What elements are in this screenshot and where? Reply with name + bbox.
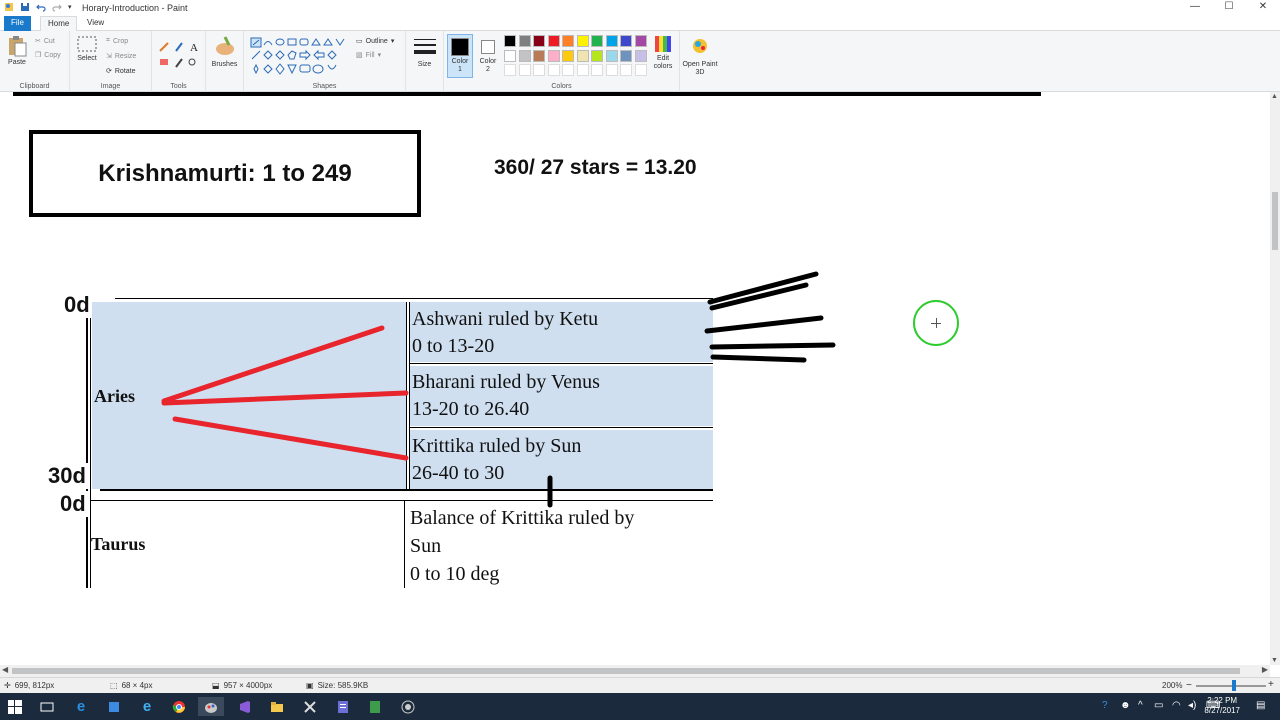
windows-icon: [8, 699, 22, 714]
file-explorer-taskbar-button[interactable]: [264, 697, 290, 716]
app-taskbar-button[interactable]: [101, 697, 127, 716]
word-taskbar-button[interactable]: [330, 697, 356, 716]
black-stroke-3: [704, 315, 824, 334]
start-button[interactable]: [2, 697, 28, 716]
crosshair-cursor-icon: [913, 300, 959, 346]
disk-icon: ▣: [306, 681, 314, 690]
record-icon: [401, 700, 415, 713]
selection-icon: ⬚: [110, 681, 118, 690]
volume-icon[interactable]: ◂): [1188, 700, 1196, 711]
chrome-icon: [172, 700, 185, 713]
horizontal-scroll-thumb[interactable]: [12, 668, 1240, 674]
chrome-taskbar-button[interactable]: [166, 697, 192, 716]
red-stroke-ashwani: [161, 325, 385, 404]
file-size: ▣ Size: 585.9KB: [306, 681, 368, 690]
black-stroke-4: [709, 342, 836, 350]
excel-taskbar-button[interactable]: [362, 697, 388, 716]
canvas-size-icon: ⬓: [212, 681, 220, 690]
canvas-size: ⬓ 957 × 4000px: [212, 681, 272, 690]
freehand-strokes: [161, 271, 836, 508]
scroll-right-icon[interactable]: ▶: [1262, 665, 1268, 674]
canvas-size-value: 957 × 4000px: [223, 681, 273, 690]
taskbar: e e ? ☻ ^ ▭ ◠ ◂) ⌨ 2:22 PM 8/27/2017 ▤: [0, 693, 1280, 720]
pointer-icon: ✛: [4, 681, 11, 690]
zoom-in-icon[interactable]: +: [1268, 679, 1274, 690]
red-stroke-bharani: [161, 390, 409, 406]
notifications-icon[interactable]: ▤: [1256, 700, 1265, 711]
edge-icon: e: [76, 698, 86, 715]
scroll-up-icon[interactable]: ▲: [1271, 93, 1278, 100]
document-app-icon: [338, 700, 348, 713]
red-stroke-krittika: [172, 416, 409, 461]
blue-app-icon: [109, 701, 119, 712]
internet-explorer-icon: e: [142, 698, 152, 715]
ie-taskbar-button[interactable]: e: [134, 697, 160, 716]
scroll-left-icon[interactable]: ◀: [2, 665, 8, 674]
clock-time: 2:22 PM: [1207, 696, 1238, 705]
cursor-position: ✛ 699, 812px: [4, 681, 54, 690]
people-icon[interactable]: ☻: [1120, 700, 1131, 711]
folder-icon: [271, 701, 283, 712]
task-view-icon: [40, 702, 54, 711]
status-bar: ✛ 699, 812px ⬚ 68 × 4px ⬓ 957 × 4000px ▣ Siz…: [0, 677, 1280, 693]
edge-taskbar-button[interactable]: e: [68, 697, 94, 716]
battery-icon[interactable]: ▭: [1154, 700, 1163, 711]
tools-taskbar-button[interactable]: [297, 697, 323, 716]
network-icon[interactable]: ◠: [1172, 700, 1181, 711]
visual-studio-icon: [240, 700, 250, 713]
chevron-up-icon[interactable]: ^: [1138, 700, 1143, 711]
black-stroke-5: [710, 354, 807, 363]
clock-date: 8/27/2017: [1204, 706, 1240, 715]
snipping-tool-icon: [304, 700, 316, 713]
horizontal-scrollbar[interactable]: ◀ ▶: [0, 665, 1270, 677]
zoom-slider[interactable]: [1196, 685, 1266, 687]
vertical-scroll-thumb[interactable]: [1272, 192, 1278, 250]
help-icon[interactable]: ?: [1102, 700, 1108, 711]
selection-size: ⬚ 68 × 4px: [110, 681, 152, 690]
zoom-out-icon[interactable]: −: [1186, 680, 1192, 691]
zoom-slider-thumb[interactable]: [1232, 680, 1236, 691]
file-size-value: Size: 585.9KB: [317, 681, 369, 690]
green-app-icon: [370, 700, 380, 713]
task-view-button[interactable]: [34, 697, 60, 716]
cursor-position-value: 699, 812px: [14, 681, 55, 690]
zoom-level: 200%: [1162, 681, 1183, 690]
recorder-taskbar-button[interactable]: [395, 697, 421, 716]
scroll-down-icon[interactable]: ▼: [1271, 657, 1278, 664]
visual-studio-taskbar-button[interactable]: [232, 697, 258, 716]
clock[interactable]: 2:22 PM 8/27/2017: [1204, 696, 1240, 716]
selection-size-value: 68 × 4px: [121, 681, 153, 690]
vertical-scrollbar[interactable]: ▲ ▼: [1270, 92, 1280, 665]
paint-icon: [205, 702, 217, 713]
paint-taskbar-button[interactable]: [198, 697, 224, 716]
